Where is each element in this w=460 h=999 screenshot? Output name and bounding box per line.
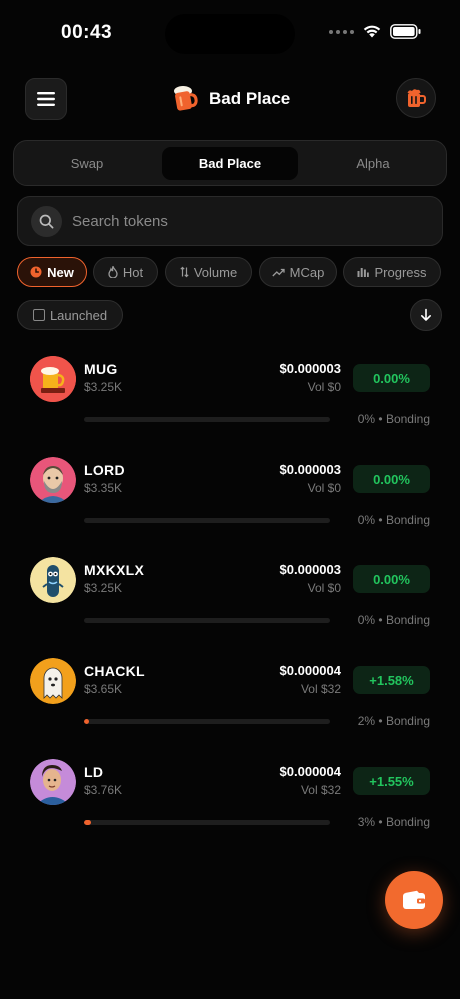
tab-alpha[interactable]: Alpha bbox=[305, 147, 441, 180]
filter-new-label: New bbox=[47, 264, 74, 280]
bonding-label: 2% • Bonding bbox=[357, 714, 430, 728]
token-avatar bbox=[30, 457, 76, 503]
wallet-button[interactable] bbox=[385, 871, 443, 929]
bonding-progress-bar bbox=[84, 820, 330, 825]
token-row[interactable]: LORD $3.35K $0.000003 Vol $0 0.00% 0% • … bbox=[0, 457, 460, 557]
token-change-badge: 0.00% bbox=[353, 565, 430, 593]
search-input[interactable] bbox=[72, 197, 432, 245]
filter-mcap-label: MCap bbox=[289, 264, 325, 280]
token-volume: Vol $0 bbox=[307, 481, 341, 495]
token-change-badge: 0.00% bbox=[353, 364, 430, 392]
launched-label: Launched bbox=[49, 307, 108, 323]
token-volume: Vol $32 bbox=[300, 682, 341, 696]
token-name: MXKXLX bbox=[84, 562, 145, 578]
filter-mcap[interactable]: MCap bbox=[259, 257, 337, 287]
bonding-label: 0% • Bonding bbox=[357, 613, 430, 627]
token-market-cap: $3.25K bbox=[84, 380, 123, 394]
status-bar: 00:43 bbox=[0, 0, 460, 66]
bonding-label: 0% • Bonding bbox=[357, 412, 430, 426]
filter-progress-label: Progress bbox=[374, 264, 427, 280]
arrow-down-icon bbox=[421, 308, 431, 321]
filter-new[interactable]: New bbox=[17, 257, 87, 287]
token-avatar bbox=[30, 557, 76, 603]
token-price: $0.000003 bbox=[279, 462, 341, 477]
token-change-badge: +1.58% bbox=[353, 666, 430, 694]
beer-profile-button[interactable] bbox=[396, 78, 436, 118]
search-bar bbox=[17, 196, 443, 246]
bonding-label: 3% • Bonding bbox=[357, 815, 430, 829]
bonding-progress-bar bbox=[84, 618, 330, 623]
token-market-cap: $3.65K bbox=[84, 682, 123, 696]
bonding-progress-fill bbox=[84, 719, 89, 724]
token-price: $0.000004 bbox=[279, 764, 341, 779]
token-row[interactable]: MXKXLX $3.25K $0.000003 Vol $0 0.00% 0% … bbox=[0, 557, 460, 657]
status-time: 00:43 bbox=[61, 22, 113, 43]
token-row[interactable]: LD $3.76K $0.000004 Vol $32 +1.55% 3% • … bbox=[0, 759, 460, 859]
bonding-label: 0% • Bonding bbox=[357, 513, 430, 527]
token-avatar bbox=[30, 356, 76, 402]
beer-mug-logo-icon bbox=[174, 86, 198, 111]
token-market-cap: $3.35K bbox=[84, 481, 123, 495]
bonding-progress-fill bbox=[84, 820, 92, 825]
launched-filter[interactable]: Launched bbox=[17, 300, 123, 330]
filter-progress[interactable]: Progress bbox=[343, 257, 441, 287]
token-price: $0.000003 bbox=[279, 562, 341, 577]
bar-chart-icon bbox=[357, 268, 370, 277]
cellular-signal-icon bbox=[329, 29, 354, 34]
token-volume: Vol $0 bbox=[307, 581, 341, 595]
hamburger-icon bbox=[37, 92, 55, 106]
app-title: Bad Place bbox=[209, 89, 291, 108]
token-volume: Vol $32 bbox=[300, 783, 341, 797]
filter-volume-label: Volume bbox=[193, 264, 238, 280]
token-price: $0.000003 bbox=[279, 361, 341, 376]
sort-arrows-icon bbox=[180, 266, 189, 278]
brand: Bad Place bbox=[172, 84, 290, 114]
token-change-badge: +1.55% bbox=[353, 767, 430, 795]
battery-icon bbox=[390, 24, 421, 39]
flame-icon bbox=[108, 266, 118, 278]
menu-button[interactable] bbox=[25, 78, 67, 120]
token-name: LD bbox=[84, 764, 104, 780]
token-row[interactable]: CHACKL $3.65K $0.000004 Vol $32 +1.58% 2… bbox=[0, 658, 460, 758]
bonding-progress-bar bbox=[84, 719, 330, 724]
bonding-progress-bar bbox=[84, 417, 330, 422]
filter-hot-label: Hot bbox=[122, 264, 144, 280]
token-price: $0.000004 bbox=[279, 663, 341, 678]
token-volume: Vol $0 bbox=[307, 380, 341, 394]
token-market-cap: $3.25K bbox=[84, 581, 123, 595]
wifi-icon bbox=[363, 25, 381, 38]
segmented-tabs: Swap Bad Place Alpha bbox=[13, 140, 447, 186]
beer-mug-icon bbox=[407, 89, 426, 107]
token-avatar bbox=[30, 759, 76, 805]
filter-hot[interactable]: Hot bbox=[93, 257, 158, 287]
search-icon bbox=[31, 206, 62, 237]
wallet-icon bbox=[403, 890, 425, 909]
token-name: MUG bbox=[84, 361, 118, 377]
token-avatar bbox=[30, 658, 76, 704]
app-header: Bad Place bbox=[0, 76, 460, 122]
token-row[interactable]: MUG $3.25K $0.000003 Vol $0 0.00% 0% • B… bbox=[0, 356, 460, 456]
token-name: CHACKL bbox=[84, 663, 145, 679]
tab-swap[interactable]: Swap bbox=[19, 147, 155, 180]
filter-volume[interactable]: Volume bbox=[165, 257, 252, 287]
clock-icon bbox=[30, 266, 42, 278]
token-change-badge: 0.00% bbox=[353, 465, 430, 493]
token-name: LORD bbox=[84, 462, 125, 478]
tab-bad-place[interactable]: Bad Place bbox=[162, 147, 298, 180]
sort-direction-button[interactable] bbox=[410, 299, 442, 331]
launched-checkbox[interactable] bbox=[32, 309, 45, 321]
trend-up-icon bbox=[271, 268, 285, 276]
dynamic-island bbox=[165, 14, 295, 54]
bonding-progress-bar bbox=[84, 518, 330, 523]
status-icons bbox=[329, 24, 422, 39]
token-market-cap: $3.76K bbox=[84, 783, 123, 797]
